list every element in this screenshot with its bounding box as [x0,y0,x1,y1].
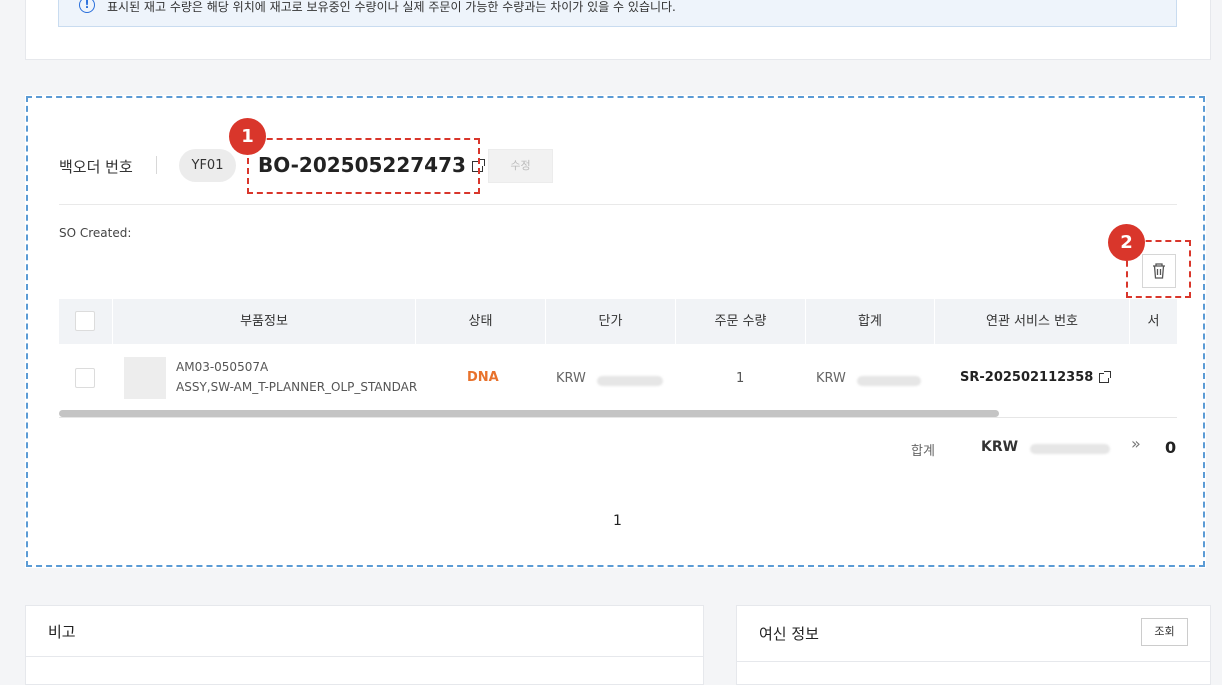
status-badge: DNA [467,370,499,385]
column-part-info[interactable]: 부품정보 [113,299,416,344]
column-truncated[interactable]: 서 [1130,299,1177,344]
stock-notice: ! 표시된 재고 수량은 해당 위치에 재고로 보유중인 수량이나 실제 주문이… [58,0,1177,27]
marker-1-badge: 1 [229,118,266,155]
trash-icon [1153,263,1165,279]
part-name: ASSY,SW-AM_T-PLANNER_OLP_STANDARD [176,380,418,394]
backorder-number: BO-202505227473 [258,153,466,177]
remarks-title: 비고 [48,623,76,641]
part-thumbnail [124,357,166,399]
credit-card [736,605,1211,685]
column-status[interactable]: 상태 [416,299,546,344]
column-service-number[interactable]: 연관 서비스 번호 [935,299,1130,344]
remarks-divider [26,656,703,657]
total-label: 합계 [911,444,935,459]
unit-price-masked [597,376,663,386]
backorder-number-link[interactable]: BO-202505227473 [258,153,485,177]
edit-button[interactable]: 수정 [488,149,553,183]
table-header: 부품정보 상태 단가 주문 수량 합계 연관 서비스 번호 서 [59,299,1177,344]
unit-price-currency: KRW [556,371,586,386]
info-icon: ! [79,0,95,13]
credit-divider [737,661,1210,662]
header-divider [59,204,1177,205]
total-currency: KRW [981,439,1019,455]
credit-title: 여신 정보 [759,625,819,643]
column-total[interactable]: 합계 [806,299,935,344]
order-qty: 1 [736,371,745,386]
part-code: AM03-050507A [176,360,269,374]
total-masked [857,376,921,386]
total-currency: KRW [816,371,846,386]
column-order-qty[interactable]: 주문 수량 [676,299,806,344]
parts-table: 부품정보 상태 단가 주문 수량 합계 연관 서비스 번호 서 AM03-050… [59,299,1177,414]
backorder-label: 백오더 번호 [59,158,133,176]
total-amount-masked [1030,444,1110,454]
header-select-cell [59,299,113,344]
service-number: SR-202502112358 [960,370,1094,385]
remarks-card [25,605,704,685]
scroll-track [59,417,1177,418]
table-row[interactable]: AM03-050507A ASSY,SW-AM_T-PLANNER_OLP_ST… [59,344,1177,414]
delete-button[interactable] [1142,254,1176,288]
marker-2-badge: 2 [1108,224,1145,261]
external-link-icon[interactable] [1099,370,1112,383]
notice-text: 표시된 재고 수량은 해당 위치에 재고로 보유중인 수량이나 실제 주문이 가… [107,0,676,14]
plant-chip: YF01 [179,149,236,182]
page-number[interactable]: 1 [613,513,622,529]
so-created-label: SO Created: [59,226,132,240]
query-button[interactable]: 조회 [1141,618,1188,646]
external-link-icon[interactable] [471,159,485,172]
divider [156,156,157,174]
select-all-checkbox[interactable] [75,311,95,331]
total-count: 0 [1165,438,1177,457]
expand-icon[interactable]: » [1131,434,1141,453]
row-checkbox[interactable] [75,368,95,388]
service-number-link[interactable]: SR-202502112358 [960,370,1112,385]
horizontal-scrollbar[interactable] [59,410,999,417]
column-unit-price[interactable]: 단가 [546,299,676,344]
